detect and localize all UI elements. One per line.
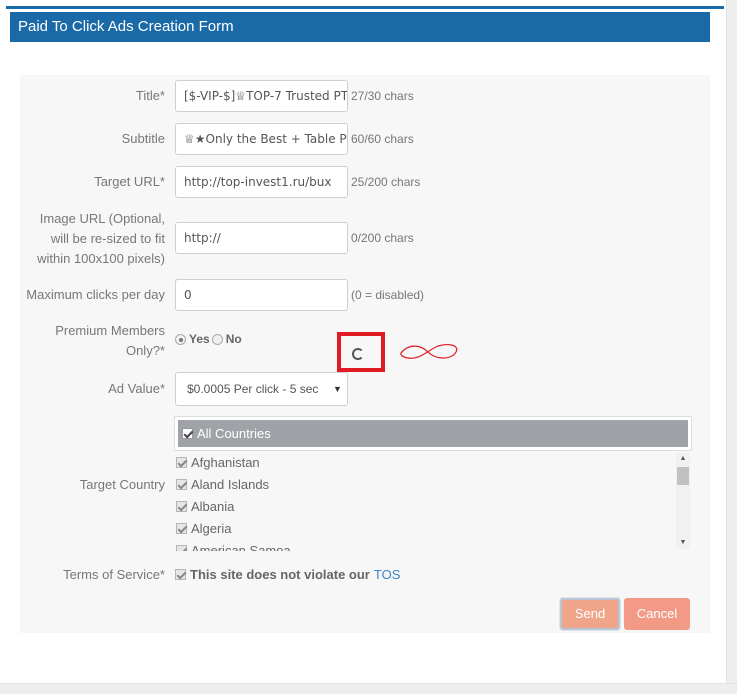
ad-value-label: Ad Value* xyxy=(108,381,165,396)
country-name: Albania xyxy=(191,498,235,514)
target-country-label: Target Country xyxy=(79,477,165,492)
list-item[interactable]: American Samoa xyxy=(174,539,692,551)
country-list-scrollbar[interactable]: ▲ ▼ xyxy=(676,453,690,549)
country-name: Afghanistan xyxy=(191,454,260,470)
max-clicks-counter: (0 = disabled) xyxy=(351,288,425,302)
premium-label-line: Premium Members xyxy=(55,323,165,338)
all-countries-label: All Countries xyxy=(197,426,271,441)
target-url-counter: 25/200 chars xyxy=(351,175,421,189)
country-name: American Samoa xyxy=(191,542,291,552)
country-checkbox[interactable] xyxy=(176,500,187,512)
premium-yes-radio[interactable] xyxy=(175,333,186,345)
image-url-label: Image URL (Optional, will be re-sized to… xyxy=(20,209,165,269)
all-countries-checkbox[interactable] xyxy=(182,428,193,439)
ad-value-select[interactable]: $0.0005 Per click - 5 sec xyxy=(175,372,348,406)
premium-yes-label[interactable]: Yes xyxy=(189,332,210,346)
country-checkbox[interactable] xyxy=(176,456,187,468)
max-clicks-input[interactable]: 0 xyxy=(175,279,348,311)
scroll-down-icon[interactable]: ▼ xyxy=(676,537,690,549)
list-item[interactable]: Albania xyxy=(174,495,692,517)
country-name: Algeria xyxy=(191,520,232,536)
form-heading: Paid To Click Ads Creation Form xyxy=(10,12,710,42)
country-checkbox[interactable] xyxy=(176,544,187,551)
target-url-input[interactable]: http://top-invest1.ru/bux xyxy=(175,166,348,198)
title-label: Title* xyxy=(135,88,165,103)
send-button[interactable]: Send xyxy=(560,598,620,630)
premium-label-line: Only?* xyxy=(125,343,165,358)
page-background-bottom xyxy=(0,683,737,694)
all-countries-bar[interactable]: All Countries xyxy=(178,420,688,447)
country-checkbox[interactable] xyxy=(176,478,187,490)
list-item[interactable]: Afghanistan xyxy=(174,451,692,473)
premium-radio-group: Yes No xyxy=(175,330,244,348)
title-input[interactable]: [$-VIP-$]♕TOP-7 Trusted PT xyxy=(175,80,348,112)
image-url-counter: 0/200 chars xyxy=(351,231,414,245)
scrollbar-thumb[interactable] xyxy=(677,467,689,485)
country-name: Aland Islands xyxy=(191,476,270,492)
subtitle-label: Subtitle xyxy=(121,131,165,146)
loading-spinner-icon xyxy=(352,348,364,360)
country-checkbox[interactable] xyxy=(176,522,187,534)
tos-text: This site does not violate our xyxy=(190,566,370,582)
tos-link[interactable]: TOS xyxy=(374,567,401,582)
chevron-down-icon[interactable]: ▼ xyxy=(333,384,342,394)
cancel-button[interactable]: Cancel xyxy=(624,598,690,630)
premium-label: Premium Members Only?* xyxy=(20,321,165,361)
page-background-right xyxy=(726,0,737,694)
tos-row: This site does not violate our TOS xyxy=(175,565,400,583)
tos-checkbox[interactable] xyxy=(175,568,186,580)
image-url-label-line: Image URL (Optional, xyxy=(39,211,165,226)
infinity-scribble-icon xyxy=(400,344,458,359)
scroll-up-icon[interactable]: ▲ xyxy=(676,453,690,465)
all-countries-row[interactable]: All Countries xyxy=(174,416,692,451)
image-url-input[interactable]: http:// xyxy=(175,222,348,254)
tos-label: Terms of Service* xyxy=(63,567,165,582)
list-item[interactable]: Aland Islands xyxy=(174,473,692,495)
target-url-label: Target URL* xyxy=(94,174,165,189)
premium-no-label[interactable]: No xyxy=(226,332,242,346)
title-counter: 27/30 chars xyxy=(351,89,414,103)
top-accent-line xyxy=(6,6,724,9)
subtitle-input[interactable]: ♕★Only the Best + Table Pro xyxy=(175,123,348,155)
country-list[interactable]: Afghanistan Aland Islands Albania Algeri… xyxy=(174,451,692,551)
image-url-label-line: within 100x100 pixels) xyxy=(37,251,165,266)
subtitle-counter: 60/60 chars xyxy=(351,132,414,146)
max-clicks-label: Maximum clicks per day xyxy=(26,287,165,302)
premium-no-radio[interactable] xyxy=(211,333,223,345)
image-url-label-line: will be re-sized to fit xyxy=(50,231,165,246)
list-item[interactable]: Algeria xyxy=(174,517,692,539)
